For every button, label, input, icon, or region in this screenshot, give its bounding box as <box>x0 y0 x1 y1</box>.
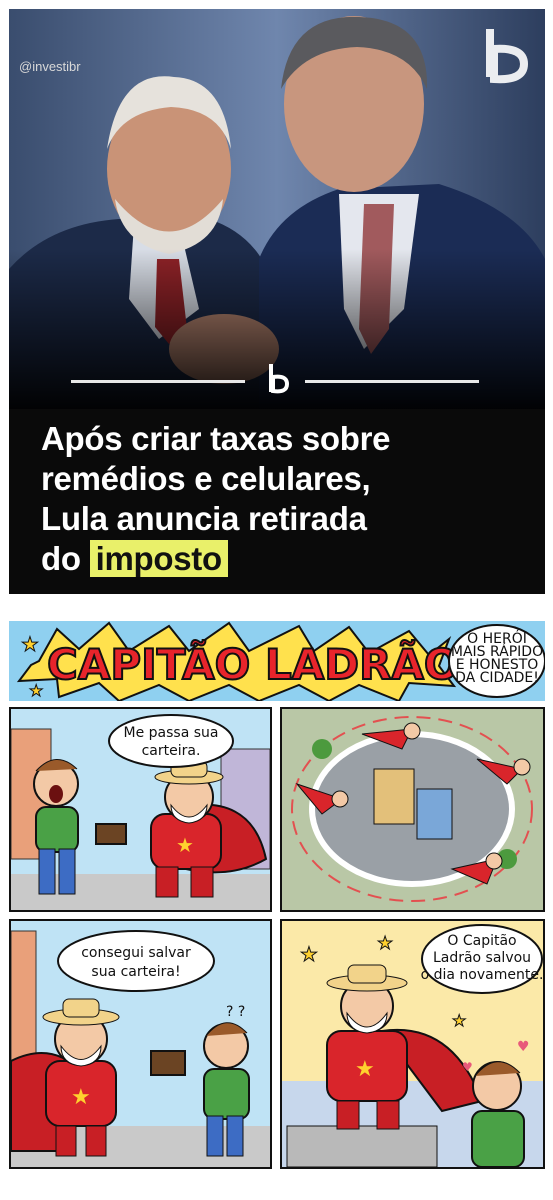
tagline-line-4: DA CIDADE! <box>455 670 539 686</box>
headline-line-2: remédios e celulares, <box>41 460 371 497</box>
star-icon: ★ <box>71 1085 91 1110</box>
panel-4-bubble-line-2: Ladrão salvou <box>433 950 531 966</box>
headline: Após criar taxas sobre remédios e celula… <box>41 419 536 579</box>
star-icon: ★ <box>21 632 39 656</box>
star-icon: ★ <box>176 833 194 857</box>
star-icon: ★ <box>452 1011 466 1030</box>
panel-1-bubble-line-1: Me passa sua <box>124 725 219 741</box>
grateful-victim <box>471 1061 525 1167</box>
comic-strip: CAPITÃO LADRÃO O HERÓI MAIS RÁPIDO E HON… <box>9 621 545 1170</box>
comic-title-banner: CAPITÃO LADRÃO O HERÓI MAIS RÁPIDO E HON… <box>9 621 545 701</box>
panel-4: ★ ★ ★ O Capitão Ladrão salvou o dia nova… <box>280 919 545 1169</box>
panel-3-bubble-line-1: consegui salvar <box>81 945 191 961</box>
panel-3-bubble-line-2: sua carteira! <box>91 964 180 980</box>
panel-2 <box>280 707 545 912</box>
news-photo <box>9 9 545 409</box>
news-post: @investibr Após criar taxas sobre remédi… <box>9 9 545 594</box>
divider-left <box>71 380 245 383</box>
star-icon: ★ <box>355 1057 375 1082</box>
victim-character <box>203 1022 250 1157</box>
wallet-icon <box>150 1050 186 1076</box>
panel-1-bubble-line-2: carteira. <box>142 743 201 759</box>
panel-4-bubble-line-3: o dia novamente. <box>421 967 543 983</box>
headline-highlight: imposto <box>89 540 228 577</box>
panel-3: consegui salvar sua carteira! ? ? ★ <box>9 919 272 1169</box>
comic-title: CAPITÃO LADRÃO <box>47 639 460 689</box>
heart-icon: ♥ <box>517 1039 530 1055</box>
panel-1: ★ Me passa sua carteira. <box>9 707 272 912</box>
headline-line-3: Lula anuncia retirada <box>41 500 367 537</box>
headline-line-4: do <box>41 540 81 577</box>
headline-line-1: Após criar taxas sobre <box>41 420 391 457</box>
wallet-icon <box>95 823 127 845</box>
question-marks: ? ? <box>226 1004 245 1020</box>
panel-4-bubble-line-1: O Capitão <box>447 933 516 949</box>
star-icon: ★ <box>300 942 318 966</box>
tagline-bubble: O HERÓI MAIS RÁPIDO E HONESTO DA CIDADE! <box>448 624 545 698</box>
source-handle: @investibr <box>19 59 81 74</box>
star-icon: ★ <box>29 681 43 700</box>
heart-icon: ♥ <box>462 1060 473 1074</box>
divider-right <box>305 380 479 383</box>
star-icon: ★ <box>377 933 393 954</box>
